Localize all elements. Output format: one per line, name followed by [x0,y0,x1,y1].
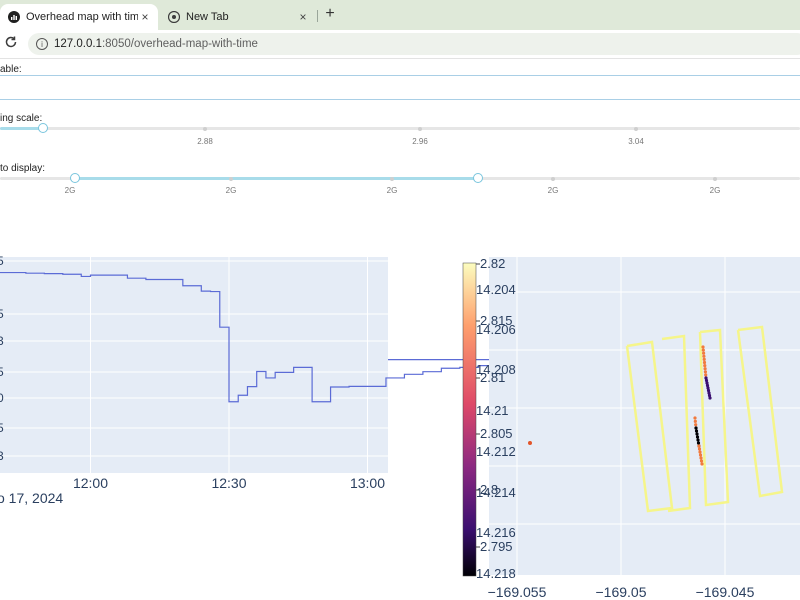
colorbar-tick-label: 2.795 [480,539,513,554]
line-x-sublabel: o 17, 2024 [0,490,63,506]
map-plot-area[interactable] [489,257,800,575]
map-x-tick-label: −169.045 [696,584,755,600]
line-y-tick-label: 0 [0,391,4,405]
map-point [697,444,701,448]
line-y-tick-label: 5 [0,365,4,379]
map-point [528,441,532,445]
line-y-tick-label: 5 [0,254,4,268]
map-point [703,370,708,374]
map-point [693,416,697,420]
map-point [696,438,700,442]
map-point [704,373,708,377]
map-point [695,435,700,439]
map-point [702,357,706,361]
map-x-tick-label: −169.055 [488,584,547,600]
map-point [708,396,712,400]
colorbar-tick-label: 14.21 [476,403,509,418]
line-y-tick-label: 5 [0,307,4,321]
colorbar-tick-label: 14.204 [476,282,516,297]
map-point [702,354,706,358]
map-point [703,364,707,368]
colorbar-tick-label: 14.206 [476,322,516,337]
map-point [701,348,705,352]
line-x-tick-label: 13:00 [350,475,385,491]
colorbar-tick-label: 14.212 [476,444,516,459]
line-y-tick-label: 5 [0,421,4,435]
map-x-tick-label: −169.05 [596,584,647,600]
line-y-tick-label: 3 [0,449,4,463]
map-x-ticks: −169.055 −169.05 −169.045 [488,584,755,600]
colorbar [462,262,477,577]
map-point [703,367,707,371]
map-point [695,432,699,436]
map-point [694,423,698,427]
colorbar-tick-label: 14.214 [476,485,516,500]
map-point [698,453,703,457]
colorbar-tick-label: 2.805 [480,426,513,441]
line-x-tick-label: 12:30 [211,475,246,491]
map-point [699,456,703,460]
map-point [699,459,704,463]
line-y-tick-label: 3 [0,334,4,348]
map-point [702,351,706,355]
map-point [693,419,697,423]
charts-layer: 11:3012:0012:3013:0013:3014:00 5535053 o… [0,254,800,600]
map-point [694,429,699,433]
colorbar-tick-label: 2.82 [480,256,505,271]
map-point [697,447,702,451]
colorbar-tick-label: 14.216 [476,525,516,540]
map-point [694,426,698,430]
colorbar-tick-label: 14.208 [476,362,516,377]
map-point [702,360,707,365]
map-point [700,462,704,466]
map-point [696,441,701,445]
line-plot-area[interactable] [0,257,388,473]
colorbar-tick-label: 14.218 [476,566,516,581]
line-x-tick-label: 12:00 [73,475,108,491]
map-point [701,345,705,349]
map-point [698,450,702,454]
